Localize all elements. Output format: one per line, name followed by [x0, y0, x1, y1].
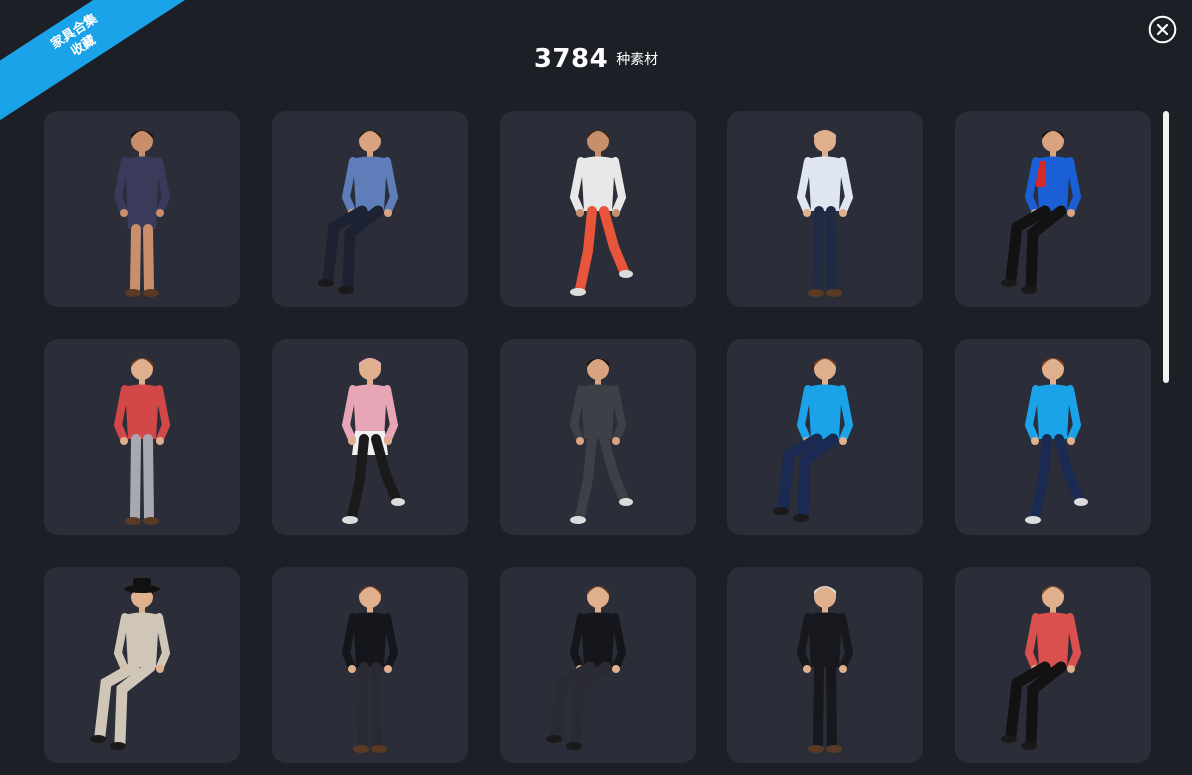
- page-header: 3784 种素材: [0, 44, 1192, 74]
- asset-card[interactable]: woman-black-blazer-standing: [271, 567, 468, 763]
- asset-card[interactable]: boy-red-sweater-backpack: [44, 339, 240, 535]
- asset-thumbnail: [317, 130, 398, 294]
- asset-thumbnail: [113, 358, 171, 525]
- asset-card[interactable]: woman-pink-hijab-walking: [271, 339, 468, 535]
- asset-thumbnail: [569, 358, 633, 524]
- asset-grid: woman-floral-dress-standingman-blue-blaz…: [44, 111, 1151, 763]
- asset-card[interactable]: bald-man-arms-crossed: [727, 111, 924, 307]
- asset-count: 3784: [533, 44, 609, 74]
- asset-card[interactable]: man-blue-blazer-sitting: [271, 111, 468, 307]
- asset-card[interactable]: woman-floral-dress-standing: [44, 111, 240, 307]
- asset-thumbnail: [797, 130, 854, 297]
- asset-card[interactable]: man-windbreaker-sitting: [955, 111, 1151, 307]
- asset-card[interactable]: woman-red-sweater-sitting: [955, 567, 1151, 763]
- asset-card[interactable]: old-man-suit-standing: [727, 567, 924, 763]
- asset-thumbnail: [545, 586, 626, 750]
- asset-thumbnail: [797, 586, 854, 753]
- asset-library-panel: 家具合集 收藏 3784种素材 woman-floral-dress-stand…: [0, 0, 1192, 775]
- asset-thumbnail: [1001, 130, 1082, 294]
- asset-card[interactable]: woman-hat-trench-coat-sitting: [44, 567, 240, 763]
- close-circle-icon: [1148, 15, 1177, 44]
- close-button[interactable]: [1148, 15, 1177, 44]
- scrollbar-thumb[interactable]: [1163, 111, 1169, 383]
- asset-thumbnail: [341, 358, 405, 524]
- asset-card[interactable]: woman-black-blazer-sitting: [499, 567, 696, 763]
- asset-thumbnail: [1001, 586, 1082, 750]
- asset-thumbnail: [90, 578, 171, 750]
- asset-card[interactable]: woman-running-orange-shorts: [499, 111, 696, 307]
- asset-count-unit: 种素材: [616, 52, 659, 68]
- asset-thumbnail: [569, 130, 633, 296]
- asset-thumbnail: [1024, 358, 1088, 524]
- asset-card[interactable]: woman-blue-jacket-walking: [955, 339, 1151, 535]
- asset-thumbnail: [773, 358, 854, 522]
- asset-card[interactable]: woman-blue-jacket-sitting: [727, 339, 924, 535]
- asset-card[interactable]: man-grey-suit-walking: [499, 339, 696, 535]
- asset-thumbnail: [113, 130, 171, 297]
- asset-thumbnail: [341, 586, 398, 753]
